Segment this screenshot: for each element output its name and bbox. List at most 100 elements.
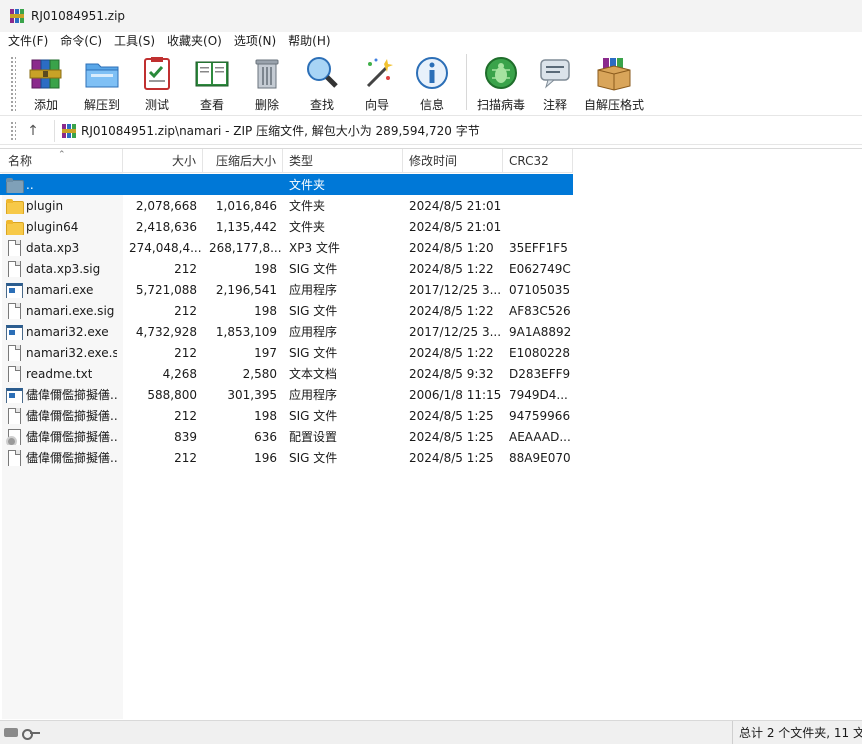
file-icon <box>6 449 22 466</box>
drive-icon[interactable] <box>4 728 18 737</box>
address-bar-grip[interactable] <box>10 120 16 141</box>
magnifier-icon <box>303 54 341 92</box>
file-size: 212 <box>174 345 197 360</box>
file-modified: 2006/1/8 11:15 <box>409 387 502 402</box>
scan-virus-button[interactable]: 扫描病毒 <box>473 50 529 112</box>
menu-favorites[interactable]: 收藏夹(O) <box>163 32 226 50</box>
text-file-icon <box>6 365 22 382</box>
winrar-app-icon <box>9 8 25 24</box>
file-row[interactable]: .. 文件夹 <box>0 174 573 195</box>
file-row[interactable]: data.xp3 274,048,4... 268,177,8... XP3 文… <box>0 237 573 258</box>
file-type: SIG 文件 <box>289 262 338 276</box>
column-header-crc[interactable]: CRC32 <box>503 149 573 173</box>
file-crc: 35EFF1F5 <box>509 240 568 255</box>
file-row[interactable]: namari32.exe.s... 212 197 SIG 文件 2024/8/… <box>0 342 573 363</box>
menu-commands[interactable]: 命令(C) <box>56 32 106 50</box>
file-packed-size: 2,580 <box>242 366 277 381</box>
file-type: SIG 文件 <box>289 304 338 318</box>
key-icon[interactable] <box>22 728 40 740</box>
file-crc: 88A9E070 <box>509 450 571 465</box>
file-modified: 2024/8/5 21:01 <box>409 219 502 234</box>
delete-button[interactable]: 删除 <box>240 50 294 112</box>
file-size: 2,418,636 <box>135 219 197 234</box>
file-row[interactable]: namari.exe.sig 212 198 SIG 文件 2024/8/5 1… <box>0 300 573 321</box>
file-crc: E1080228 <box>509 345 571 360</box>
open-book-icon <box>193 54 231 92</box>
view-label: 查看 <box>199 98 224 112</box>
file-packed-size: 198 <box>254 408 277 423</box>
file-icon <box>6 302 22 319</box>
toolbar-separator <box>466 54 467 110</box>
info-button[interactable]: 信息 <box>404 50 460 112</box>
column-header-type[interactable]: 类型 <box>283 149 403 173</box>
column-header-size[interactable]: 大小 <box>123 149 203 173</box>
exe-icon <box>6 324 23 340</box>
path-field[interactable]: RJ01084951.zip\namari - ZIP 压缩文件, 解包大小为 … <box>54 119 858 142</box>
sort-ascending-icon: ⌃ <box>58 150 66 160</box>
file-name: namari32.exe.s... <box>26 345 117 360</box>
file-row[interactable]: namari.exe 5,721,088 2,196,541 应用程序 2017… <box>0 279 573 300</box>
add-button[interactable]: 添加 <box>18 50 74 112</box>
trash-can-icon <box>248 54 286 92</box>
file-type: 文件夹 <box>289 220 326 234</box>
menu-help[interactable]: 帮助(H) <box>284 32 334 50</box>
folder-icon <box>6 219 24 235</box>
find-button[interactable]: 查找 <box>294 50 350 112</box>
wizard-button[interactable]: 向导 <box>350 50 404 112</box>
file-row[interactable]: 儘偉儞儖擳擬僐... 212 198 SIG 文件 2024/8/5 1:25 … <box>0 405 573 426</box>
comment-button[interactable]: 注释 <box>529 50 581 112</box>
file-row[interactable]: plugin64 2,418,636 1,135,442 文件夹 2024/8/… <box>0 216 573 237</box>
scan-virus-label: 扫描病毒 <box>476 98 525 112</box>
file-modified: 2024/8/5 1:20 <box>409 240 494 255</box>
file-row[interactable]: readme.txt 4,268 2,580 文本文档 2024/8/5 9:3… <box>0 363 573 384</box>
comment-label: 注释 <box>542 98 567 112</box>
file-type: 文本文档 <box>289 367 338 381</box>
file-row[interactable]: plugin 2,078,668 1,016,846 文件夹 2024/8/5 … <box>0 195 573 216</box>
menu-file[interactable]: 文件(F) <box>4 32 52 50</box>
file-name: 儘偉儞儖擳擬僐... <box>26 409 117 423</box>
archive-books-icon <box>27 54 65 92</box>
column-header-name[interactable]: ⌃ 名称 <box>0 149 123 173</box>
test-button[interactable]: 测试 <box>130 50 184 112</box>
file-crc: D283EFF9 <box>509 366 571 381</box>
file-row[interactable]: 儘偉儞儖擳擬僐... 212 196 SIG 文件 2024/8/5 1:25 … <box>0 447 573 468</box>
file-row[interactable]: namari32.exe 4,732,928 1,853,109 应用程序 20… <box>0 321 573 342</box>
up-one-level-button[interactable]: ↑ <box>22 120 44 142</box>
column-header-packed[interactable]: 压缩后大小 <box>203 149 283 173</box>
file-size: 5,721,088 <box>135 282 197 297</box>
file-type: 配置设置 <box>289 430 338 444</box>
file-row[interactable]: 儘偉儞儖擳擬僐... 588,800 301,395 应用程序 2006/1/8… <box>0 384 573 405</box>
find-label: 查找 <box>309 98 334 112</box>
view-button[interactable]: 查看 <box>184 50 240 112</box>
file-packed-size: 197 <box>254 345 277 360</box>
self-extracting-box-icon <box>595 54 633 92</box>
file-name: 儘偉儞儖擳擬僐... <box>26 430 117 444</box>
file-size: 588,800 <box>147 387 197 402</box>
file-packed-size: 198 <box>254 303 277 318</box>
file-crc: 94759966 <box>509 408 571 423</box>
toolbar-grip[interactable] <box>10 56 16 112</box>
file-size: 274,048,4... <box>129 240 202 255</box>
file-icon <box>6 407 22 424</box>
file-size: 839 <box>174 429 197 444</box>
menu-tools[interactable]: 工具(S) <box>110 32 159 50</box>
title-bar: RJ01084951.zip <box>0 0 862 32</box>
file-crc: 9A1A8892 <box>509 324 572 339</box>
file-type: SIG 文件 <box>289 346 338 360</box>
menu-bar: 文件(F) 命令(C) 工具(S) 收藏夹(O) 选项(N) 帮助(H) <box>0 32 862 50</box>
file-modified: 2017/12/25 3... <box>409 324 502 339</box>
file-row[interactable]: 儘偉儞儖擳擬僐... 839 636 配置设置 2024/8/5 1:25 AE… <box>0 426 573 447</box>
sfx-button[interactable]: 自解压格式 <box>581 50 647 112</box>
file-row[interactable]: data.xp3.sig 212 198 SIG 文件 2024/8/5 1:2… <box>0 258 573 279</box>
folder-up-icon <box>6 177 24 193</box>
menu-options[interactable]: 选项(N) <box>230 32 280 50</box>
file-crc: AF83C526 <box>509 303 571 318</box>
file-packed-size: 1,016,846 <box>215 198 277 213</box>
file-name: data.xp3 <box>26 240 80 255</box>
file-size: 212 <box>174 303 197 318</box>
column-header-modified[interactable]: 修改时间 <box>403 149 503 173</box>
file-rows: .. 文件夹 plugin 2,078,668 1,016,846 文件夹 20… <box>0 174 573 468</box>
file-packed-size: 196 <box>254 450 277 465</box>
file-crc: E062749C <box>509 261 571 276</box>
extract-to-button[interactable]: 解压到 <box>74 50 130 112</box>
